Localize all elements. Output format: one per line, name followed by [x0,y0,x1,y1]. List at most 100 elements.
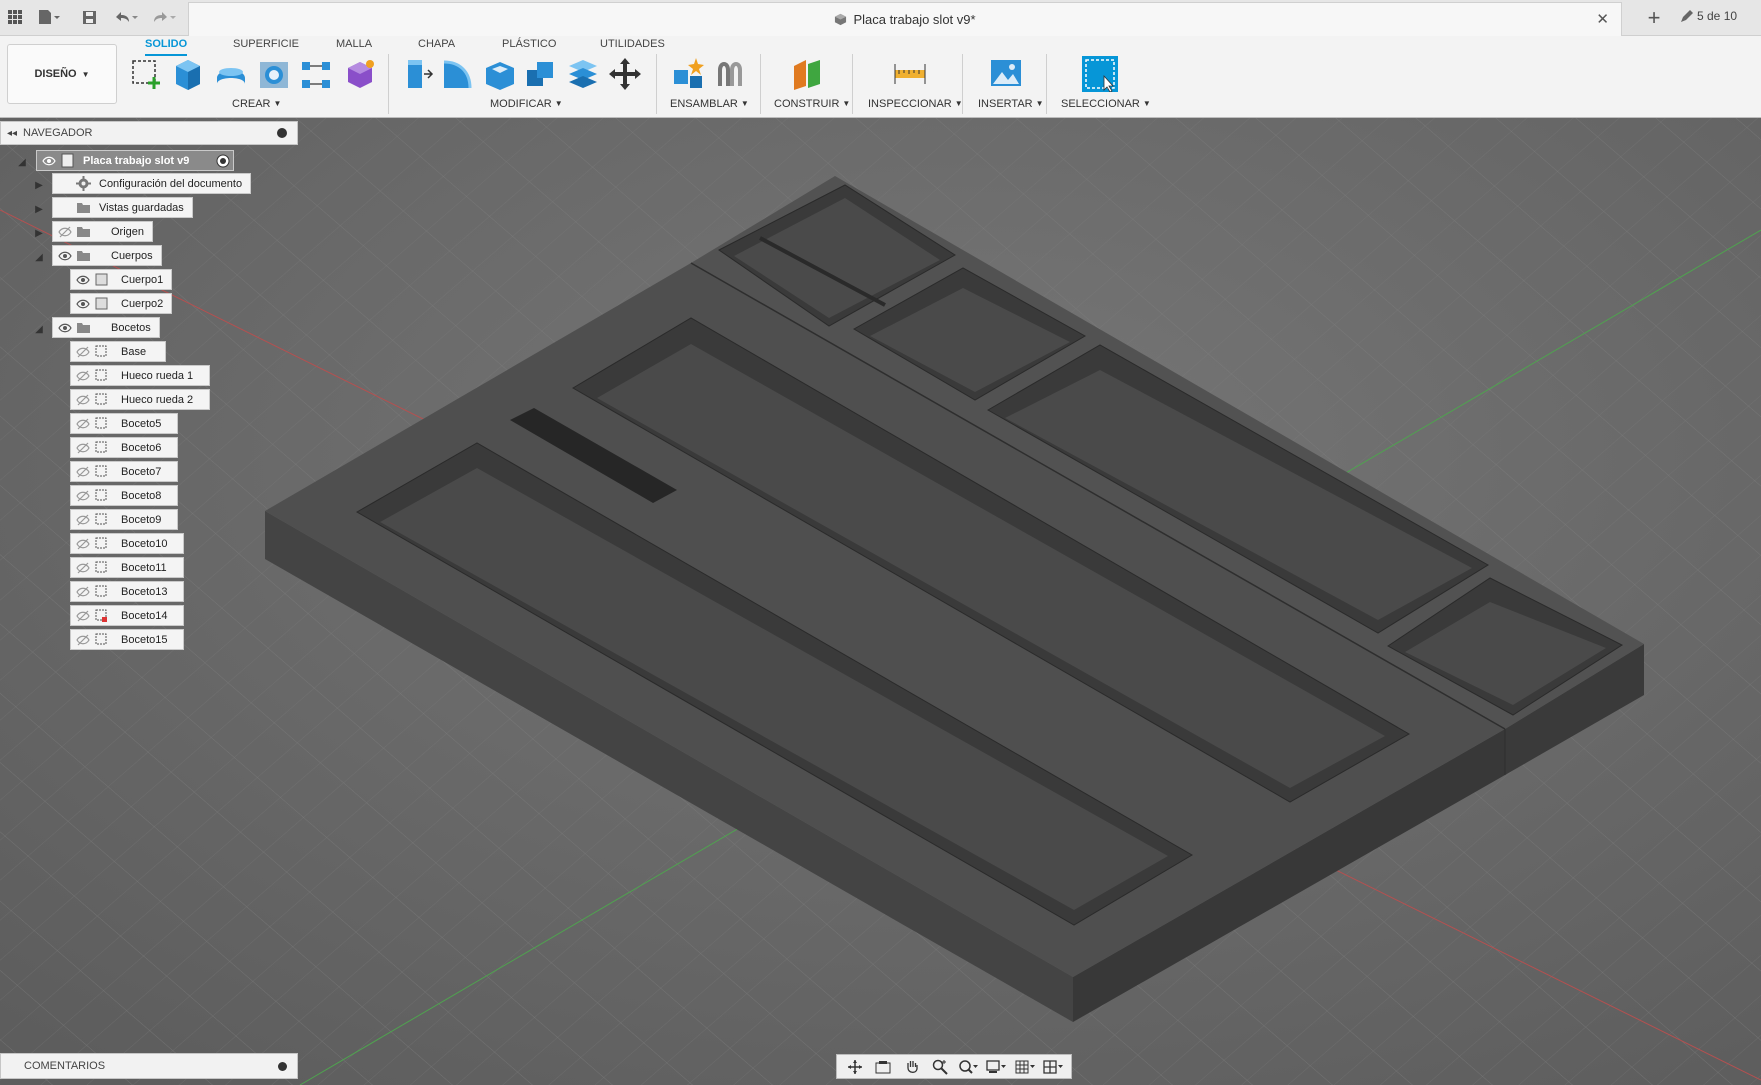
group-label-crear[interactable]: CREAR ▼ [232,98,281,110]
panel-pin-icon[interactable] [277,128,287,138]
visibility-eye-hidden-icon[interactable] [76,465,90,479]
tree-node-sketch[interactable]: Boceto11 [70,557,184,578]
visibility-eye-hidden-icon[interactable] [58,225,72,239]
move-copy-icon[interactable] [607,56,643,92]
revolve-icon[interactable] [213,56,249,92]
visibility-eye-hidden-icon[interactable] [76,561,90,575]
tree-node-sketch[interactable]: Boceto14 [70,605,184,626]
tab-superficie[interactable]: SUPERFICIE [233,38,299,50]
tab-malla[interactable]: MALLA [336,38,372,50]
orbit-icon[interactable] [844,1058,866,1076]
expand-toggle-icon[interactable]: ◢ [15,155,29,169]
hole-icon[interactable] [256,56,292,92]
tree-node-bodies[interactable]: Cuerpos [52,245,162,266]
tree-node-sketch[interactable]: Boceto8 [70,485,178,506]
tree-node-sketches[interactable]: Bocetos [52,317,160,338]
visibility-eye-hidden-icon[interactable] [76,609,90,623]
visibility-eye-icon[interactable] [58,249,72,263]
tree-node-body[interactable]: Cuerpo2 [70,293,173,314]
tree-node-sketch[interactable]: Base [70,341,166,362]
tree-node-sketch[interactable]: Hueco rueda 2 [70,389,210,410]
tree-node-sketch[interactable]: Boceto9 [70,509,178,530]
measure-icon[interactable] [892,56,928,92]
combine-icon[interactable] [523,56,559,92]
offset-plane-icon[interactable] [790,56,826,92]
visibility-eye-hidden-icon[interactable] [76,345,90,359]
pan-hand-icon[interactable] [901,1058,923,1076]
tree-node-sketch[interactable]: Boceto5 [70,413,178,434]
visibility-eye-icon[interactable] [42,154,56,168]
group-label-construir[interactable]: CONSTRUIR ▼ [774,98,850,110]
form-icon[interactable] [342,56,378,92]
visibility-eye-hidden-icon[interactable] [76,513,90,527]
offset-faces-icon[interactable] [565,56,601,92]
joint-icon[interactable] [712,56,748,92]
activate-radio-icon[interactable] [216,154,230,168]
tree-node-sketch[interactable]: Boceto10 [70,533,184,554]
visibility-eye-icon[interactable] [76,273,90,287]
pattern-icon[interactable] [298,56,334,92]
undo-icon[interactable] [110,4,142,30]
tree-node-body[interactable]: Cuerpo1 [70,269,173,290]
tree-node-saved-views[interactable]: Vistas guardadas [52,197,193,218]
new-tab-plus-icon[interactable]: + [1640,4,1668,32]
tree-node-origin[interactable]: Origen [52,221,154,242]
look-at-icon[interactable] [872,1058,894,1076]
group-label-inspeccionar[interactable]: INSPECCIONAR ▼ [868,98,963,110]
visibility-eye-hidden-icon[interactable] [76,369,90,383]
display-settings-icon[interactable] [985,1058,1007,1076]
expand-toggle-icon[interactable]: ◢ [32,322,46,336]
visibility-eye-hidden-icon[interactable] [76,585,90,599]
tab-chapa[interactable]: CHAPA [418,38,455,50]
visibility-eye-hidden-icon[interactable] [76,393,90,407]
shell-icon[interactable] [482,56,518,92]
group-label-insertar[interactable]: INSERTAR ▼ [978,98,1044,110]
new-component-icon[interactable] [670,56,706,92]
workspace-switcher[interactable]: DISEÑO ▼ [7,44,117,104]
press-pull-icon[interactable] [398,56,434,92]
apps-grid-icon[interactable] [4,4,26,30]
group-label-ensamblar[interactable]: ENSAMBLAR ▼ [670,98,749,110]
visibility-eye-hidden-icon[interactable] [76,441,90,455]
viewports-icon[interactable] [1042,1058,1064,1076]
expand-toggle-icon[interactable]: ▶ [32,202,46,216]
visibility-eye-hidden-icon[interactable] [76,489,90,503]
expand-toggle-icon[interactable]: ◢ [32,250,46,264]
tree-node-sketch[interactable]: Boceto15 [70,629,184,650]
comments-panel-header[interactable]: COMENTARIOS [0,1053,298,1079]
expand-toggle-icon[interactable]: ▶ [32,178,46,192]
expand-toggle-icon[interactable]: ▶ [32,226,46,240]
visibility-eye-hidden-icon[interactable] [76,537,90,551]
file-menu-icon[interactable] [34,4,64,30]
tree-node-document-settings[interactable]: Configuración del documento [52,173,252,194]
tab-utilidades[interactable]: UTILIDADES [600,38,665,50]
document-tab[interactable]: Placa trabajo slot v9* ✕ [188,2,1622,36]
save-icon[interactable] [78,4,100,30]
tree-node-sketch[interactable]: Boceto13 [70,581,184,602]
fit-zoom-icon[interactable] [957,1058,979,1076]
tree-node-root[interactable]: Placa trabajo slot v9 [36,150,234,171]
tab-plastico[interactable]: PLÁSTICO [502,38,556,50]
create-sketch-icon[interactable] [128,56,164,92]
group-label-modificar[interactable]: MODIFICAR ▼ [490,98,563,110]
add-comment-icon[interactable] [278,1062,287,1071]
tree-node-sketch[interactable]: Hueco rueda 1 [70,365,210,386]
collapse-panel-icon[interactable]: ◂◂ [1,128,23,139]
tree-node-sketch[interactable]: Boceto7 [70,461,178,482]
visibility-eye-icon[interactable] [58,321,72,335]
zoom-icon[interactable] [929,1058,951,1076]
visibility-eye-hidden-icon[interactable] [76,417,90,431]
fillet-icon[interactable] [440,56,476,92]
browser-panel-header[interactable]: ◂◂ NAVEGADOR [0,121,298,145]
visibility-eye-icon[interactable] [76,297,90,311]
3d-viewport[interactable] [0,118,1761,1085]
select-icon[interactable] [1082,56,1118,92]
visibility-eye-hidden-icon[interactable] [76,633,90,647]
close-tab-icon[interactable]: ✕ [1596,10,1609,28]
page-counter[interactable]: 5 de 10 [1680,9,1737,23]
insert-image-icon[interactable] [988,56,1024,92]
group-label-seleccionar[interactable]: SELECCIONAR ▼ [1061,98,1151,110]
tab-solido[interactable]: SOLIDO [145,38,188,56]
redo-icon[interactable] [148,4,180,30]
tree-node-sketch[interactable]: Boceto6 [70,437,178,458]
